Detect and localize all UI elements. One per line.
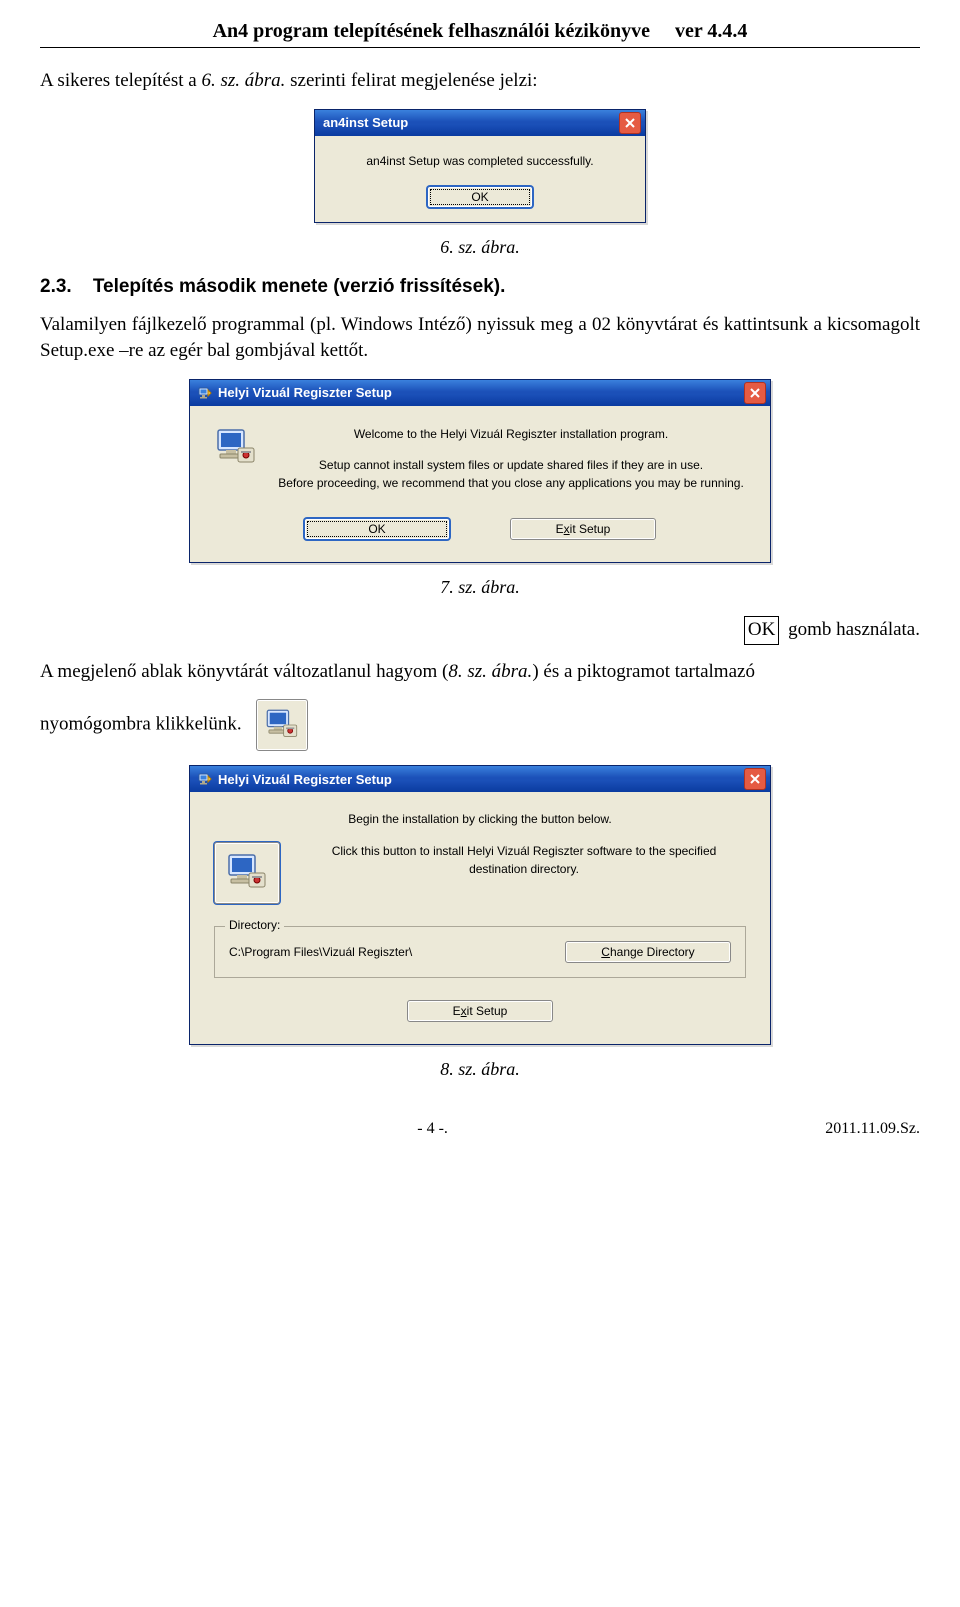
header-divider	[40, 47, 920, 48]
ok-button[interactable]: OK	[427, 186, 533, 208]
begin-install-text: Begin the installation by clicking the b…	[214, 812, 746, 826]
setup-dialog-title: Helyi Vizuál Regiszter Setup	[218, 772, 392, 787]
section-number: 2.3.	[40, 276, 72, 297]
setup-dialog-install: Helyi Vizuál Regiszter Setup Begin the i…	[189, 765, 771, 1045]
install-icon-inline	[256, 699, 308, 751]
intro-suffix: szerinti felirat megjelenése jelzi:	[285, 70, 537, 91]
section-title: Telepítés második menete (verzió frissít…	[93, 276, 506, 297]
directory-groupbox: Directory: C:\Program Files\Vizuál Regis…	[214, 926, 746, 978]
close-icon[interactable]	[744, 768, 766, 790]
computer-setup-icon	[214, 426, 258, 470]
paragraph-4: nyomógombra klikkelünk.	[40, 699, 920, 751]
msgbox-body: an4inst Setup was completed successfully…	[315, 136, 645, 178]
intro-prefix: A sikeres telepítést a	[40, 70, 201, 91]
close-icon[interactable]	[744, 382, 766, 404]
success-msgbox: an4inst Setup an4inst Setup was complete…	[314, 109, 646, 223]
section-2-3-heading: 2.3. Telepítés második menete (verzió fr…	[40, 276, 920, 298]
ok-usage-text: gomb használata.	[783, 619, 920, 640]
msgbox-titlebar: an4inst Setup	[315, 110, 645, 136]
setup-dialog-title: Helyi Vizuál Regiszter Setup	[218, 385, 392, 400]
intro-ref-italic: 6. sz. ábra.	[201, 70, 285, 91]
setup-title-icon	[198, 386, 212, 400]
ok-button[interactable]: OK	[304, 518, 450, 540]
directory-path: C:\Program Files\Vizuál Regiszter\	[229, 945, 412, 959]
warn-line-1: Setup cannot install system files or upd…	[276, 457, 746, 474]
setup-dialog-titlebar: Helyi Vizuál Regiszter Setup	[190, 766, 770, 792]
change-directory-button[interactable]: Change Directory	[565, 941, 731, 963]
page-number: - 4 -.	[417, 1120, 448, 1138]
para3-ref-italic: 8. sz. ábra.	[448, 661, 532, 682]
directory-legend: Directory:	[225, 918, 284, 932]
setup-title-icon	[198, 772, 212, 786]
para3-prefix: A megjelenő ablak könyvtárát változatlan…	[40, 661, 448, 682]
footer-date: 2011.11.09.Sz.	[825, 1120, 920, 1138]
page-footer: - 4 -. 2011.11.09.Sz.	[40, 1120, 920, 1138]
install-desc: Click this button to install Helyi Vizuá…	[302, 842, 746, 878]
figure-7-caption: 7. sz. ábra.	[40, 577, 920, 598]
warn-line-2: Before proceeding, we recommend that you…	[276, 475, 746, 492]
paragraph-3: A megjelenő ablak könyvtárát változatlan…	[40, 659, 920, 686]
msgbox-title: an4inst Setup	[323, 115, 408, 130]
figure-8-caption: 8. sz. ábra.	[40, 1059, 920, 1080]
intro-paragraph: A sikeres telepítést a 6. sz. ábra. szer…	[40, 68, 920, 95]
ok-usage-line: OK gomb használata.	[40, 616, 920, 645]
paragraph-2: Valamilyen fájlkezelő programmal (pl. Wi…	[40, 312, 920, 365]
ok-boxed-label: OK	[744, 616, 779, 645]
page-header: An4 program telepítésének felhasználói k…	[40, 20, 920, 43]
para3-suffix: ) és a piktogramot tartalmazó	[532, 661, 755, 682]
install-button[interactable]	[214, 842, 280, 904]
para4-text: nyomógombra klikkelünk.	[40, 714, 242, 735]
header-title-left: An4 program telepítésének felhasználói k…	[213, 20, 650, 42]
exit-setup-button[interactable]: Exit Setup	[407, 1000, 553, 1022]
exit-setup-button[interactable]: Exit Setup	[510, 518, 656, 540]
page: An4 program telepítésének felhasználói k…	[0, 0, 960, 1607]
close-icon[interactable]	[619, 112, 641, 134]
welcome-line: Welcome to the Helyi Vizuál Regiszter in…	[276, 426, 746, 443]
figure-6-caption: 6. sz. ábra.	[40, 237, 920, 258]
header-title-right: ver 4.4.4	[675, 20, 747, 42]
setup-dialog-welcome: Helyi Vizuál Regiszter Setup	[189, 379, 771, 563]
setup-dialog-titlebar: Helyi Vizuál Regiszter Setup	[190, 380, 770, 406]
